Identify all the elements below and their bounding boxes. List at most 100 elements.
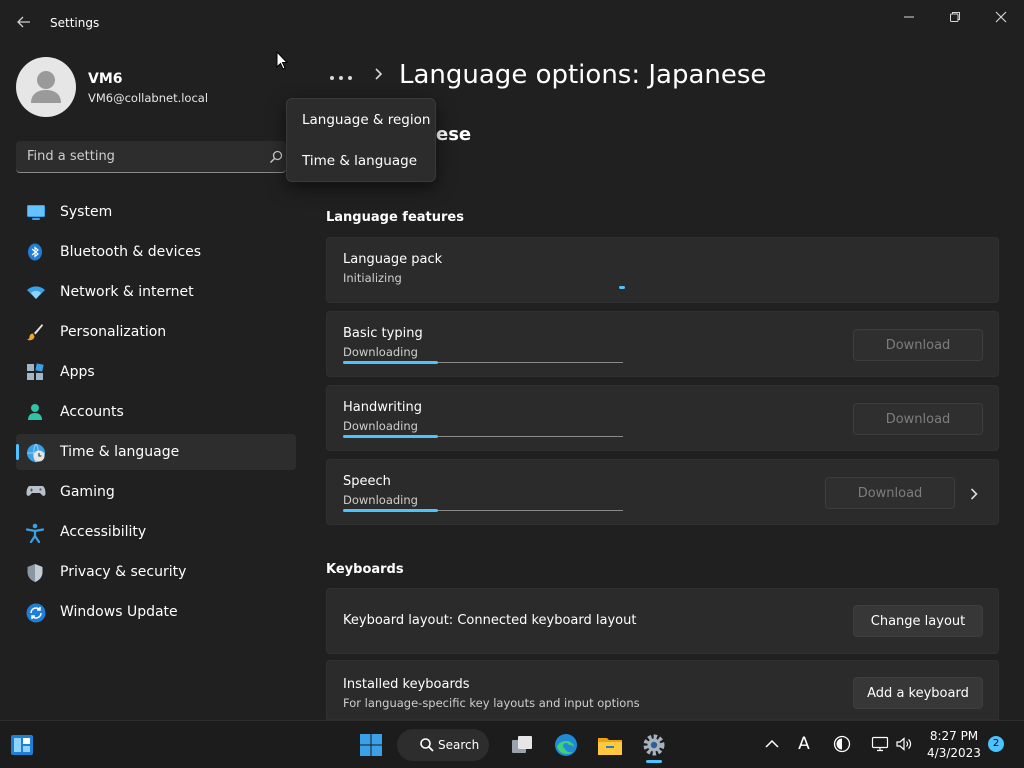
sidebar-item-label: Accessibility — [60, 524, 147, 540]
restore-icon[interactable] — [932, 6, 978, 28]
page-title: Language options: Japanese — [399, 60, 767, 90]
network-icon[interactable] — [871, 735, 889, 753]
card-title: Handwriting — [343, 400, 423, 415]
notification-badge[interactable]: 2 — [988, 736, 1004, 752]
installed-keyboards-card: Installed keyboards For language-specifi… — [326, 660, 999, 720]
chevron-up-icon[interactable] — [763, 735, 781, 753]
task-view-icon[interactable] — [506, 729, 538, 761]
accounts-icon — [26, 403, 44, 421]
download-button[interactable]: Download — [825, 477, 955, 509]
card-status: Downloading — [343, 493, 418, 507]
sidebar-item-gaming[interactable]: Gaming — [16, 474, 296, 510]
progress-bar — [343, 509, 623, 512]
taskbar-search[interactable]: Search — [397, 729, 489, 761]
sidebar-item-label: Apps — [60, 364, 95, 380]
card-status: Downloading — [343, 345, 418, 359]
card-title: Keyboard layout: Connected keyboard layo… — [343, 613, 637, 628]
gamepad-icon — [26, 483, 46, 501]
focus-assist-icon[interactable] — [833, 735, 851, 753]
sidebar-item-system[interactable]: System — [16, 194, 296, 230]
volume-icon[interactable] — [895, 735, 913, 753]
card-title: Installed keyboards — [343, 677, 470, 692]
progress-bar — [343, 361, 623, 364]
widgets-icon[interactable] — [6, 729, 38, 761]
section-heading-language-features: Language features — [326, 210, 464, 225]
breadcrumb-overflow-menu: Language & region Time & language — [286, 98, 436, 182]
progress-fill — [343, 361, 439, 364]
sidebar-item-label: Windows Update — [60, 604, 178, 620]
speech-card[interactable]: Speech Downloading Download — [326, 459, 999, 525]
indeterminate-progress — [619, 286, 625, 289]
search-input[interactable]: Find a setting — [16, 141, 286, 173]
sidebar-item-label: System — [60, 204, 113, 220]
keyboard-layout-card: Keyboard layout: Connected keyboard layo… — [326, 588, 999, 654]
start-icon[interactable] — [355, 729, 387, 761]
progress-fill — [343, 509, 439, 512]
system-icon — [26, 203, 45, 221]
language-name-fragment: ese — [436, 124, 472, 145]
back-arrow-icon[interactable] — [14, 12, 34, 32]
card-title: Speech — [343, 474, 391, 489]
app-title: Settings — [50, 16, 100, 30]
mouse-cursor-icon — [276, 50, 289, 70]
user-name: VM6 — [88, 71, 123, 87]
sidebar-item-accessibility[interactable]: Accessibility — [16, 514, 296, 550]
sidebar-item-windows-update[interactable]: Windows Update — [16, 594, 296, 630]
minimize-icon[interactable] — [886, 6, 932, 28]
handwriting-card: Handwriting Downloading Download — [326, 385, 999, 451]
sidebar-item-accounts[interactable]: Accounts — [16, 394, 296, 430]
avatar — [16, 57, 76, 117]
settings-gear-icon[interactable] — [638, 729, 670, 761]
user-profile[interactable]: VM6 VM6@collabnet.local — [16, 57, 286, 117]
section-heading-keyboards: Keyboards — [326, 562, 404, 577]
progress-fill — [343, 435, 439, 438]
sidebar-item-apps[interactable]: Apps — [16, 354, 296, 390]
card-status: Initializing — [343, 271, 402, 285]
accessibility-icon — [25, 523, 45, 544]
sidebar-item-label: Network & internet — [60, 284, 194, 300]
update-icon — [26, 603, 46, 623]
card-subtitle: For language-specific key layouts and in… — [343, 696, 640, 710]
taskbar: Search A 8:27 PM 4/3/2023 2 — [0, 720, 1024, 768]
chevron-right-icon[interactable] — [968, 486, 980, 500]
card-status: Downloading — [343, 419, 418, 433]
search-icon — [419, 737, 435, 753]
sidebar-nav: System Bluetooth & devices Network & int… — [16, 194, 296, 634]
user-email: VM6@collabnet.local — [88, 91, 209, 105]
sidebar-item-label: Personalization — [60, 324, 167, 340]
clock-date[interactable]: 4/3/2023 — [924, 746, 984, 760]
close-icon[interactable] — [978, 6, 1024, 28]
download-button[interactable]: Download — [853, 329, 983, 361]
menu-item-language-region[interactable]: Language & region — [302, 112, 430, 128]
wifi-icon — [26, 283, 45, 301]
sidebar-item-time-language[interactable]: Time & language — [16, 434, 296, 470]
card-title: Basic typing — [343, 326, 423, 341]
download-button[interactable]: Download — [853, 403, 983, 435]
sidebar-item-label: Accounts — [60, 404, 124, 420]
taskbar-search-label: Search — [438, 738, 480, 752]
sidebar-item-label: Gaming — [60, 484, 115, 500]
sidebar-item-personalization[interactable]: Personalization — [16, 314, 296, 350]
clock-time[interactable]: 8:27 PM — [924, 729, 984, 743]
add-keyboard-button[interactable]: Add a keyboard — [853, 677, 983, 709]
change-layout-button[interactable]: Change layout — [853, 605, 983, 637]
chevron-right-icon — [372, 66, 386, 82]
sidebar-item-label: Time & language — [60, 444, 180, 460]
sidebar-item-network[interactable]: Network & internet — [16, 274, 296, 310]
search-placeholder: Find a setting — [27, 149, 115, 164]
sidebar-item-bluetooth[interactable]: Bluetooth & devices — [16, 234, 296, 270]
card-title: Language pack — [343, 252, 443, 267]
menu-item-time-language[interactable]: Time & language — [302, 153, 417, 169]
bluetooth-icon — [26, 243, 44, 261]
sidebar-item-privacy[interactable]: Privacy & security — [16, 554, 296, 590]
sidebar-item-label: Privacy & security — [60, 564, 187, 580]
time-language-icon — [26, 443, 45, 463]
progress-bar — [343, 435, 623, 438]
file-explorer-icon[interactable] — [594, 729, 626, 761]
apps-icon — [26, 363, 44, 381]
ime-indicator[interactable]: A — [795, 735, 813, 753]
edge-browser-icon[interactable] — [550, 729, 582, 761]
search-icon[interactable] — [268, 149, 284, 165]
more-ellipsis-icon[interactable] — [326, 60, 356, 90]
active-app-indicator — [646, 760, 662, 763]
